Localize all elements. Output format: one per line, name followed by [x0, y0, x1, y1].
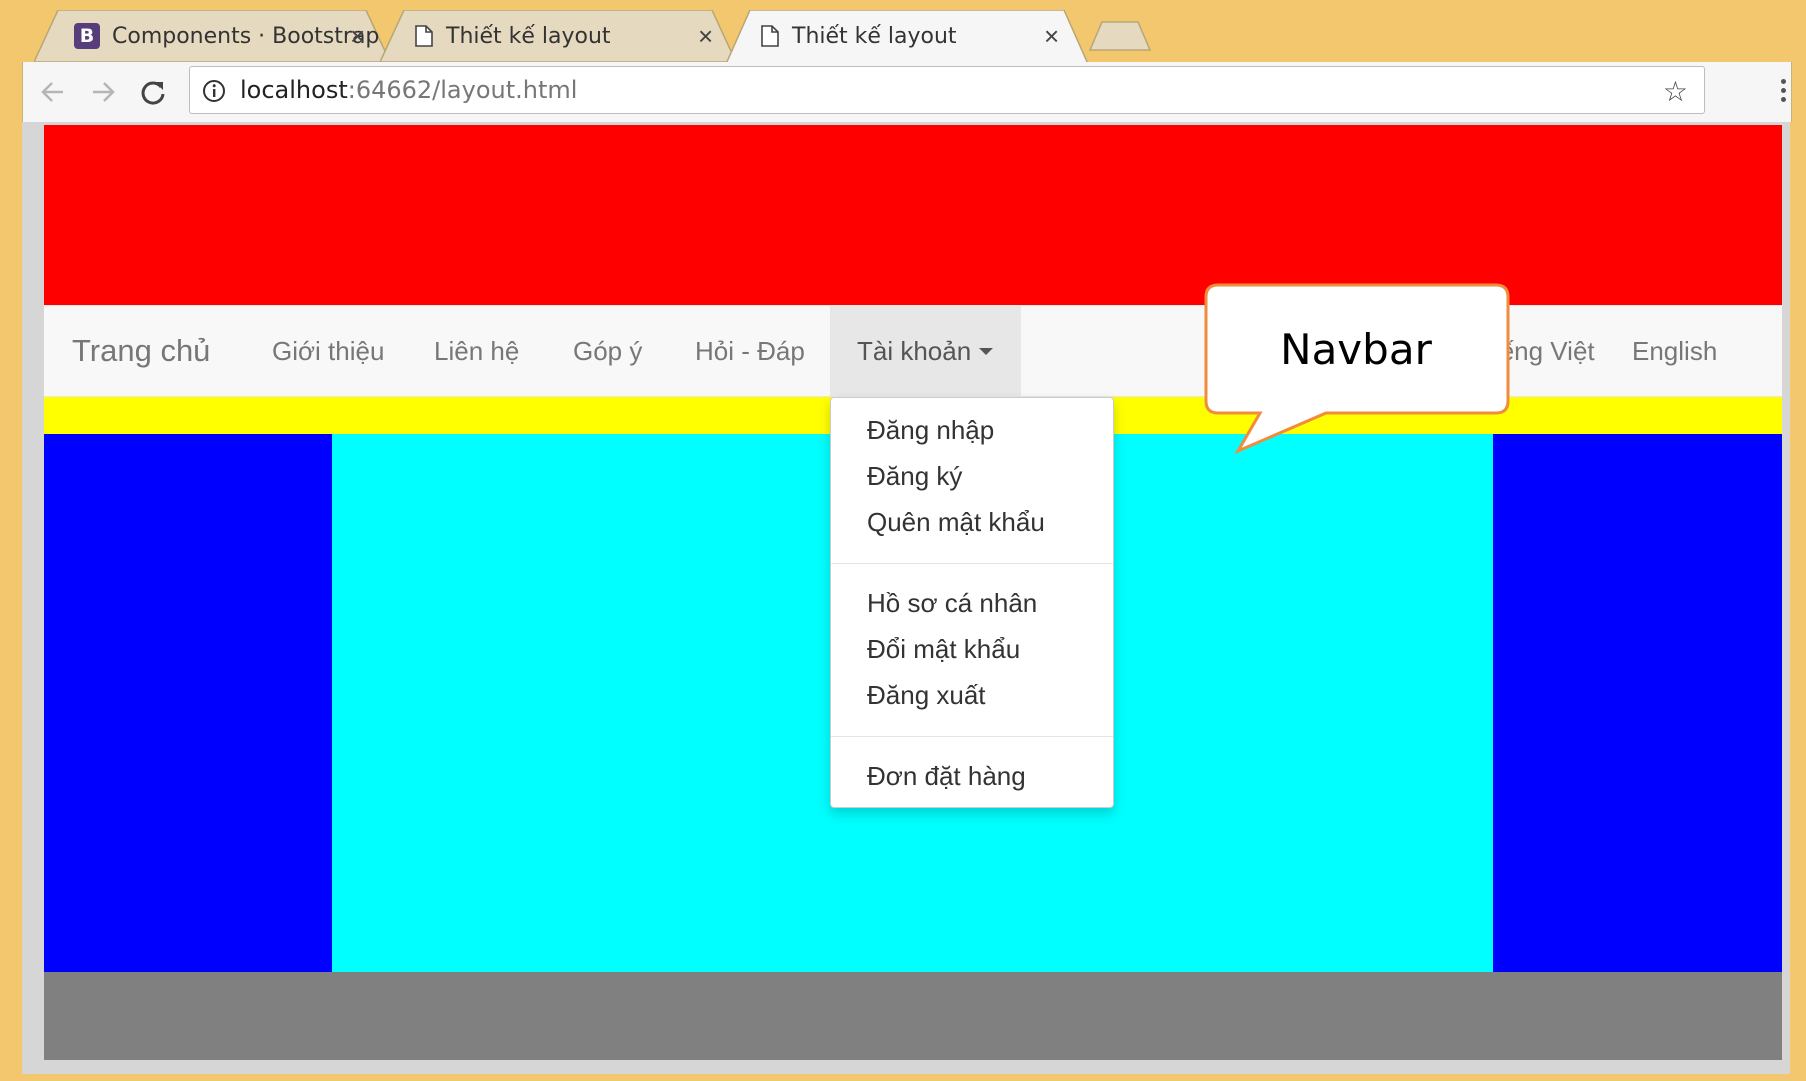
menu-item-dang-nhap[interactable]: Đăng nhập [867, 407, 994, 453]
url-text: localhost:64662/layout.html [240, 76, 578, 104]
nav-dropdown-tai-khoan[interactable]: Tài khoản [830, 306, 1021, 396]
browser-toolbar: localhost:64662/layout.html ☆ [22, 62, 1792, 122]
nav-link-hoi-dap[interactable]: Hỏi - Đáp [695, 306, 805, 396]
browser-menu-icon[interactable] [1775, 76, 1791, 108]
tab-title: Components · Bootstrap [112, 23, 380, 49]
menu-item-ho-so[interactable]: Hồ sơ cá nhân [867, 580, 1037, 626]
bootstrap-favicon-icon: B [74, 23, 100, 49]
right-sidebar [1493, 434, 1782, 972]
star-icon[interactable]: ☆ [1663, 75, 1688, 108]
dropdown-label: Tài khoản [857, 336, 972, 366]
tab-layout-active[interactable]: Thiết kế layout × [726, 10, 1088, 64]
left-sidebar [44, 434, 332, 972]
menu-item-dang-xuat[interactable]: Đăng xuất [867, 672, 986, 718]
tab-bootstrap[interactable]: B Components · Bootstrap × [34, 10, 390, 62]
navbar-brand[interactable]: Trang chủ [72, 306, 210, 396]
nav-link-gop-y[interactable]: Góp ý [573, 306, 642, 396]
nav-link-lien-he[interactable]: Liên hệ [434, 306, 519, 396]
footer [44, 972, 1782, 1060]
tab-title: Thiết kế layout [446, 23, 611, 49]
new-tab-button[interactable] [1088, 20, 1152, 57]
menu-item-don-dat-hang[interactable]: Đơn đặt hàng [867, 753, 1026, 799]
address-bar[interactable]: localhost:64662/layout.html ☆ [189, 66, 1705, 114]
forward-button[interactable] [85, 74, 121, 110]
caret-down-icon [979, 347, 994, 355]
page-icon [414, 24, 434, 48]
menu-item-dang-ky[interactable]: Đăng ký [867, 453, 962, 499]
page-icon [760, 24, 780, 48]
back-button[interactable] [35, 74, 71, 110]
tab-layout-1[interactable]: Thiết kế layout × [380, 10, 736, 62]
navbar: Trang chủ Giới thiệu Liên hệ Góp ý Hỏi -… [44, 305, 1782, 397]
web-page: Trang chủ Giới thiệu Liên hệ Góp ý Hỏi -… [44, 125, 1782, 1060]
close-icon[interactable]: × [698, 22, 713, 50]
info-icon[interactable] [202, 79, 226, 108]
tab-strip: B Components · Bootstrap × Thiết kế layo… [0, 0, 1806, 64]
viewport-frame: Trang chủ Giới thiệu Liên hệ Góp ý Hỏi -… [22, 122, 1790, 1074]
menu-item-quen-mat-khau[interactable]: Quên mật khẩu [867, 499, 1045, 545]
close-icon[interactable]: × [1044, 22, 1059, 50]
reload-button[interactable] [135, 74, 171, 110]
close-icon[interactable]: × [350, 22, 365, 50]
arrow-left-icon [41, 82, 63, 102]
tab-title: Thiết kế layout [792, 23, 957, 49]
arrow-right-icon [93, 82, 115, 102]
callout-text: Navbar [1280, 324, 1432, 374]
nav-link-english[interactable]: English [1632, 306, 1717, 396]
nav-link-gioi-thieu[interactable]: Giới thiệu [272, 306, 384, 396]
reload-icon [141, 81, 165, 105]
menu-divider [831, 563, 1113, 564]
header-banner [44, 125, 1782, 305]
menu-item-doi-mat-khau[interactable]: Đổi mật khẩu [867, 626, 1020, 672]
navbar-callout: Navbar [1202, 283, 1514, 460]
menu-divider [831, 736, 1113, 737]
account-dropdown-menu: Đăng nhập Đăng ký Quên mật khẩu Hồ sơ cá… [830, 397, 1114, 808]
